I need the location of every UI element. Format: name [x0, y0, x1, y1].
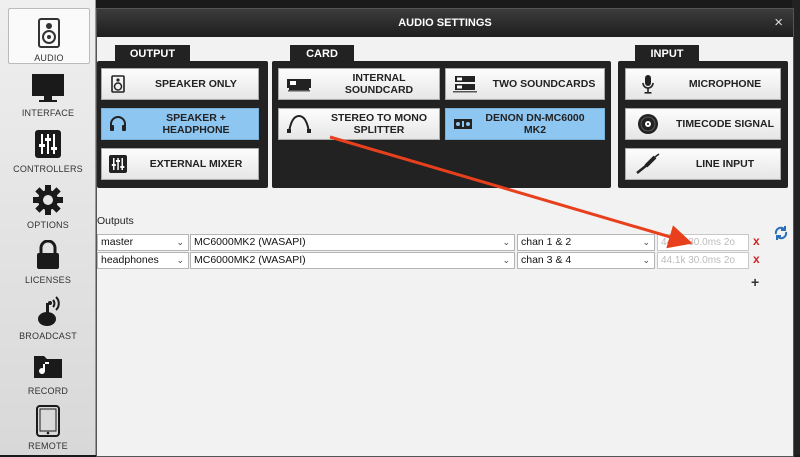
- annotation-arrow: [329, 135, 693, 249]
